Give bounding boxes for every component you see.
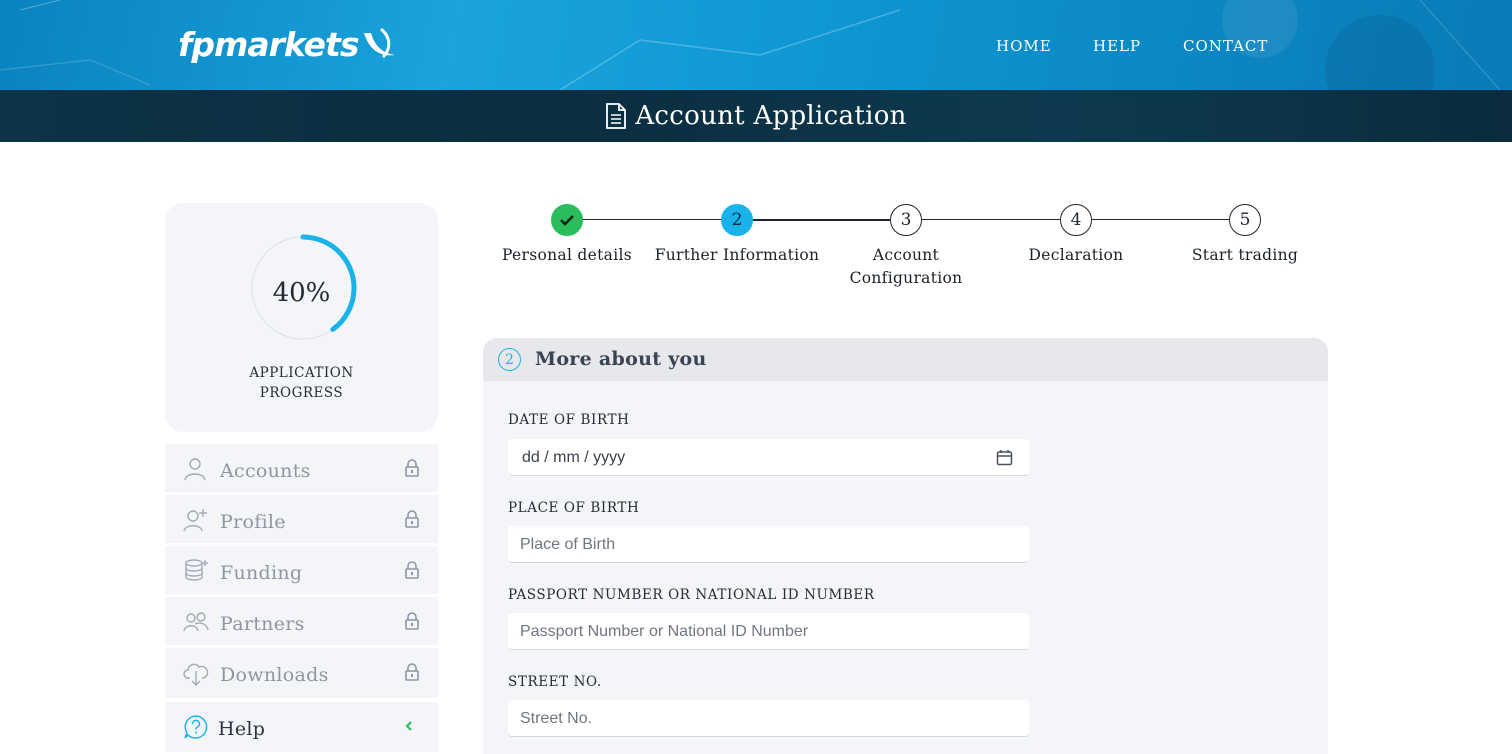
dob-value: dd / mm / yyyy [522,449,626,466]
step-5-indicator[interactable]: 5 [1229,204,1261,236]
lock-icon [405,663,419,681]
section-number-badge: 2 [498,348,521,371]
sidebar-item-label: Funding [220,562,303,584]
step-4-indicator[interactable]: 4 [1060,204,1092,236]
header-banner: fpmarkets HOME HELP CONTACT [0,0,1512,90]
street-label: STREET NO. [508,674,602,690]
dob-label: DATE OF BIRTH [508,412,630,428]
calendar-icon[interactable] [996,449,1013,466]
step-connector [737,219,906,221]
progress-caption: APPLICATION PROGRESS [165,363,438,403]
street-placeholder: Street No. [520,710,593,727]
document-icon [606,103,627,129]
progress-caption-line1: APPLICATION [249,365,354,381]
step-4-label: Declaration [986,244,1166,267]
sidebar-item-help[interactable]: Help [165,702,438,752]
users-icon [183,612,209,632]
step-connector [1076,219,1245,220]
user-plus-icon [183,509,207,532]
section-title: More about you [535,348,707,370]
chevron-left-icon [405,721,412,731]
step-label-line: Account [872,246,940,264]
nav-contact-link[interactable]: CONTACT [1183,36,1268,56]
pob-input[interactable]: Place of Birth [508,526,1029,563]
step-3-label: Account Configuration [816,244,996,290]
pob-placeholder: Place of Birth [520,536,616,553]
sidebar-item-accounts[interactable]: Accounts [165,444,438,492]
street-input[interactable]: Street No. [508,700,1029,737]
step-2-indicator[interactable]: 2 [721,204,753,236]
application-progress-card: 40% APPLICATION PROGRESS [165,203,438,432]
application-stepper: Personal details 2 Further Information 3… [483,200,1328,300]
step-number: 3 [900,209,912,230]
dob-input[interactable]: dd / mm / yyyy [508,439,1029,476]
lock-icon [405,510,419,528]
sidebar-item-funding[interactable]: Funding [165,546,438,594]
cloud-download-icon [183,663,209,686]
sidebar-item-label: Accounts [220,460,311,482]
section-header: 2 More about you [483,338,1328,381]
sidebar-item-partners[interactable]: Partners [165,597,438,645]
step-label-line: Declaration [1028,246,1124,264]
progress-caption-line2: PROGRESS [259,385,344,401]
sidebar-item-profile[interactable]: Profile [165,495,438,543]
step-1-label: Personal details [477,244,657,267]
passport-label: PASSPORT NUMBER OR NATIONAL ID NUMBER [508,587,875,603]
step-label-line: Further Information [654,246,820,264]
sidebar-item-label: Profile [220,511,286,533]
question-bubble-icon [184,715,208,739]
user-icon [184,458,206,481]
step-1-indicator[interactable] [551,204,583,236]
page-title-bar: Account Application [0,90,1512,142]
step-3-indicator[interactable]: 3 [890,204,922,236]
page-title: Account Application [635,101,907,131]
more-about-you-section: 2 More about you DATE OF BIRTH dd / mm /… [483,338,1328,754]
step-2-label: Further Information [647,244,827,267]
sidebar-item-label: Partners [220,613,305,635]
lock-icon [405,561,419,579]
check-icon [560,215,574,226]
step-connector [567,219,737,220]
step-label-line: Configuration [849,269,963,287]
step-number: 5 [1239,209,1251,230]
sidebar-item-downloads[interactable]: Downloads [165,648,438,698]
progress-percent: 40% [272,278,331,308]
pob-label: PLACE OF BIRTH [508,500,640,516]
step-connector [906,219,1076,220]
lock-icon [405,612,419,630]
passport-placeholder: Passport Number or National ID Number [520,623,809,640]
sidebar-item-label: Help [218,718,266,740]
step-number: 2 [731,209,743,230]
sidebar-item-label: Downloads [220,664,329,686]
passport-input[interactable]: Passport Number or National ID Number [508,613,1029,650]
lock-icon [405,459,419,477]
step-number: 4 [1070,209,1082,230]
nav-home-link[interactable]: HOME [996,36,1052,56]
nav-help-link[interactable]: HELP [1093,36,1141,56]
step-label-line: Start trading [1191,246,1299,264]
step-5-label: Start trading [1155,244,1335,267]
step-label-line: Personal details [502,246,632,264]
coins-icon [185,559,208,581]
top-navigation: HOME HELP CONTACT [0,36,1512,56]
